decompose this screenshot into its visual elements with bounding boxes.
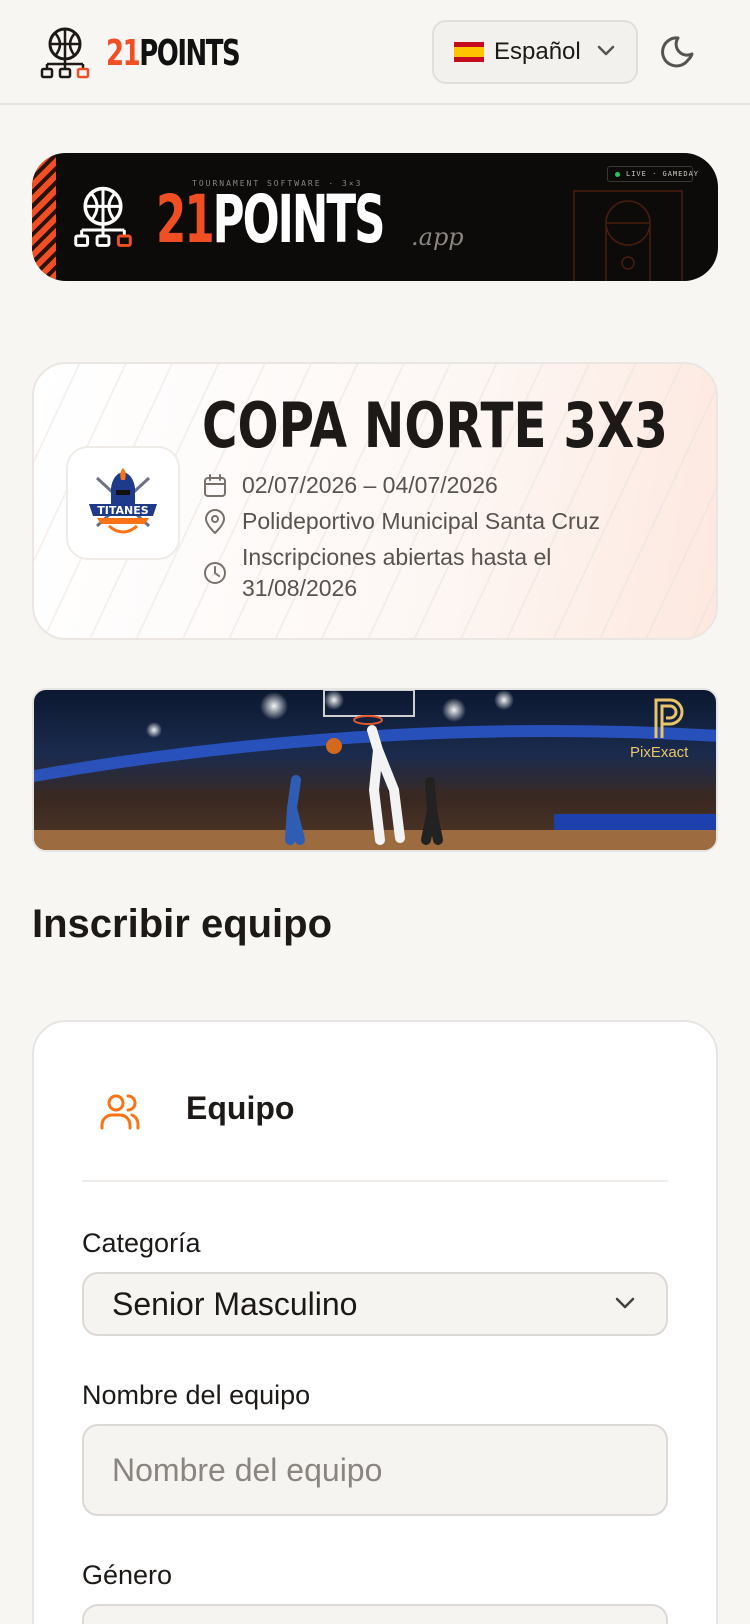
bracket-ball-icon (40, 27, 90, 79)
calendar-icon (204, 474, 226, 497)
brand-prefix: 21 (106, 32, 141, 74)
tournament-card: TITANES COPA NORTE 3X3 02/07/2026 – 04/0… (32, 362, 718, 640)
court-graphic (573, 190, 683, 281)
category-select[interactable]: Senior Masculino (82, 1272, 668, 1336)
tournament-dates: 02/07/2026 – 04/07/2026 (202, 470, 498, 501)
users-icon (100, 1094, 140, 1130)
top-bar: 21POINTS Español (0, 0, 750, 105)
bracket-ball-icon (74, 186, 132, 247)
chevron-down-icon (615, 1297, 635, 1309)
map-pin-icon (205, 509, 225, 534)
gender-select[interactable] (82, 1604, 668, 1624)
logo-text: TITANES (97, 504, 148, 517)
category-value: Senior Masculino (112, 1286, 358, 1322)
spain-flag-icon (454, 42, 484, 62)
language-label: Español (494, 38, 581, 65)
banner-stripe (32, 153, 56, 281)
banner-suffix: POINTS (212, 181, 386, 258)
team-name-label: Nombre del equipo (82, 1380, 311, 1410)
language-selector[interactable]: Español (432, 20, 638, 84)
registration-deadline: Inscripciones abiertas hasta el 31/08/20… (202, 542, 672, 604)
pixexact-logo-icon (654, 698, 684, 738)
brand-wordmark: 21POINTS (106, 32, 241, 74)
form-card-title: Equipo (186, 1090, 295, 1126)
banner-wordmark: 21POINTS (156, 185, 385, 255)
brand-logo[interactable]: 21POINTS (38, 26, 291, 80)
registration-text: Inscripciones abiertas hasta el 31/08/20… (242, 544, 552, 601)
team-name-input[interactable] (82, 1424, 668, 1516)
divider (82, 1180, 668, 1182)
gender-label: Género (82, 1560, 173, 1590)
arena-photo (34, 690, 716, 850)
spartan-helmet-logo: TITANES (89, 468, 157, 534)
dates-text: 02/07/2026 – 04/07/2026 (242, 472, 498, 498)
sponsor-name: PixExact (630, 744, 689, 761)
category-label: Categoría (82, 1228, 201, 1258)
clock-icon (204, 562, 226, 584)
banner-domain: .app (411, 223, 464, 251)
venue-text: Polideportivo Municipal Santa Cruz (242, 508, 600, 534)
promo-banner[interactable]: TOURNAMENT SOFTWARE · 3×3 21POINTS .app … (32, 153, 718, 281)
section-title: Inscribir equipo (32, 902, 333, 946)
tournament-venue: Polideportivo Municipal Santa Cruz (202, 506, 600, 537)
banner-prefix: 21 (156, 181, 215, 258)
brand-suffix: POINTS (139, 32, 241, 74)
live-badge: LIVE · GAMEDAY (607, 166, 698, 182)
tournament-name: COPA NORTE 3X3 (202, 389, 668, 462)
theme-toggle-button[interactable] (658, 30, 702, 74)
form-card-header (66, 1090, 170, 1134)
moon-icon (661, 36, 694, 68)
team-logo: TITANES (66, 446, 180, 560)
chevron-down-icon (597, 45, 615, 56)
sponsor-banner[interactable]: PixExact (32, 688, 718, 852)
